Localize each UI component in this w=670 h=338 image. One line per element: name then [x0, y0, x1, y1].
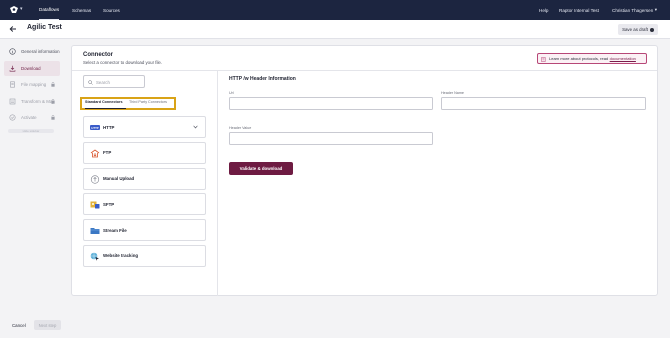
connector-stream-file[interactable]: Stream File — [83, 219, 206, 242]
transform-icon — [9, 98, 16, 104]
lock-icon — [51, 82, 55, 87]
help-link[interactable]: Help — [539, 0, 548, 20]
chevron-down-icon[interactable] — [193, 125, 198, 129]
tab-third-party-connectors[interactable]: Third Party Connectors — [129, 100, 167, 104]
user-name: Christian Thagersen — [612, 7, 654, 13]
document-icon — [541, 56, 546, 62]
sidebar-item-download[interactable]: Download — [4, 60, 60, 76]
activate-icon — [9, 114, 16, 121]
header-name-input[interactable] — [442, 98, 645, 109]
step-sidebar: General information Download File mappin… — [4, 44, 60, 133]
header-value-label: Header Value — [229, 126, 252, 130]
connector-ftp[interactable]: FTP — [83, 141, 206, 164]
header-name-field[interactable] — [441, 97, 646, 110]
header-value-field[interactable] — [229, 132, 433, 145]
connector-label: HTTP — [103, 124, 115, 130]
connector-label: Manual Upload — [103, 176, 135, 182]
documentation-banner: Learn more about protocols, read documen… — [537, 53, 647, 64]
sidebar-item-label: Download — [21, 65, 41, 71]
sidebar-item-transform-map[interactable]: Transform & Map — [4, 94, 60, 109]
app-logo-icon[interactable] — [9, 5, 19, 15]
connector-label: Website tracking — [103, 253, 139, 259]
tab-standard-connectors[interactable]: Standard Connectors — [85, 100, 123, 104]
sidebar-item-general-information[interactable]: General information — [4, 44, 60, 59]
connector-label: FTP — [103, 150, 112, 156]
url-label: Url — [229, 91, 234, 95]
cancel-button[interactable]: Cancel — [12, 323, 26, 328]
documentation-link[interactable]: documentation — [610, 56, 636, 61]
connector-search[interactable] — [83, 75, 145, 88]
sidebar-toggle[interactable]: Hide sidebar — [8, 129, 54, 133]
save-draft-button[interactable]: Save as draft — [618, 24, 658, 35]
website-tracking-icon — [90, 252, 99, 261]
sidebar-item-activate[interactable]: Activate — [4, 110, 60, 125]
connector-website-tracking[interactable]: Website tracking — [83, 244, 206, 267]
http-icon: HTTP — [90, 125, 100, 130]
user-menu[interactable]: Christian Thagersen ▾ — [612, 0, 657, 20]
divider — [217, 70, 218, 296]
divider — [72, 70, 657, 71]
connector-label: SFTP — [103, 201, 115, 207]
banner-text: Learn more about protocols, read — [549, 56, 609, 61]
form-title: HTTP /w Header Information — [229, 76, 296, 82]
lock-icon — [51, 98, 55, 104]
connector-subtitle: Select a connector to download your file… — [83, 60, 163, 65]
active-tab-indicator — [85, 107, 126, 109]
ftp-icon — [90, 149, 100, 158]
page-title: Agilic Test — [27, 24, 62, 31]
sftp-icon — [90, 201, 100, 209]
sidebar-item-label: Activate — [21, 115, 37, 120]
sidebar-item-label: General information — [21, 49, 60, 54]
nav-schemas[interactable]: Schemas — [72, 0, 91, 20]
svg-text:HTTP: HTTP — [91, 126, 98, 130]
url-field[interactable] — [229, 97, 433, 110]
nav-dataflows[interactable]: Dataflows — [39, 0, 60, 20]
connector-title: Connector — [83, 52, 113, 58]
validate-download-button[interactable]: Validate & download — [229, 162, 293, 175]
connector-label: Stream File — [103, 227, 127, 233]
page-header: Agilic Test Save as draft — [0, 20, 670, 39]
connector-list: HTTP HTTP FTP Manual Upload SFTP Stream … — [83, 116, 206, 271]
search-input[interactable] — [96, 78, 142, 86]
sidebar-item-label: Transform & Map — [21, 98, 55, 104]
top-navigation-bar: ▾ Dataflows Schemas Sources Help Raptor … — [0, 0, 670, 20]
header-value-input[interactable] — [230, 133, 432, 144]
save-draft-label: Save as draft — [622, 27, 648, 32]
upload-icon — [90, 174, 100, 184]
connector-manual-upload[interactable]: Manual Upload — [83, 167, 206, 190]
info-icon — [9, 48, 16, 55]
connector-tabs: Standard Connectors Third Party Connecto… — [80, 97, 176, 110]
stream-file-icon — [90, 228, 100, 235]
search-icon — [88, 79, 93, 85]
connector-http[interactable]: HTTP HTTP — [83, 116, 206, 138]
chevron-down-icon[interactable]: ▾ — [20, 6, 23, 12]
sidebar-item-label: File mapping — [21, 82, 47, 87]
lock-icon — [51, 115, 55, 120]
url-input[interactable] — [230, 98, 432, 109]
next-step-button[interactable]: Next step — [34, 320, 61, 330]
header-name-label: Header Name — [441, 91, 464, 95]
nav-sources[interactable]: Sources — [103, 0, 120, 20]
workspace-selector[interactable]: Raptor Internal Test — [559, 0, 599, 20]
download-icon — [9, 65, 16, 71]
info-icon — [649, 27, 654, 32]
chevron-down-icon: ▾ — [654, 7, 658, 12]
sidebar-item-file-mapping[interactable]: File mapping — [4, 77, 60, 92]
connector-sftp[interactable]: SFTP — [83, 193, 206, 216]
file-icon — [10, 81, 15, 88]
back-arrow-icon[interactable] — [9, 25, 17, 33]
connector-card: Connector Select a connector to download… — [71, 45, 658, 296]
